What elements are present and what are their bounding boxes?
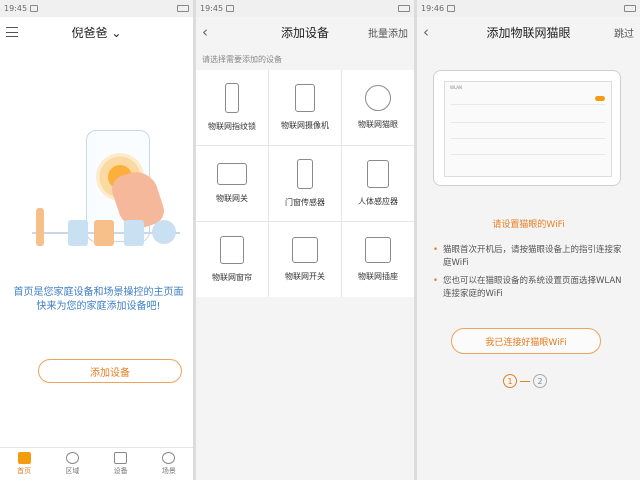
- step-indicator: 1 2: [503, 374, 547, 388]
- camera-icon: [295, 84, 315, 112]
- instruction-list: 猫眼首次开机后，请按猫眼设备上的指引连接家庭WiFi 您也可以在猫眼设备的系统设…: [431, 244, 628, 306]
- notification-icon: [226, 5, 235, 12]
- add-device-screen: 19:45 ‹ 添加设备 批量添加 请选择需要添加的设备 物联网指纹锁 物联网摄…: [196, 0, 414, 480]
- set-wifi-title: 请设置猫眼的WiFi: [492, 220, 565, 230]
- step-1: 1: [503, 374, 517, 388]
- status-time: 19:46: [421, 4, 445, 13]
- device-motion-sensor[interactable]: 人体感应器: [342, 146, 414, 221]
- device-curtain[interactable]: 物联网窗帘: [196, 222, 268, 297]
- scene-icon: [162, 452, 176, 464]
- step-connector: [520, 380, 530, 382]
- device-gateway[interactable]: 物联网关: [196, 146, 268, 221]
- peephole-illustration: [152, 220, 176, 244]
- menu-icon[interactable]: [6, 27, 18, 37]
- device-door-sensor[interactable]: 门窗传感器: [269, 146, 341, 221]
- device-fingerprint-lock[interactable]: 物联网指纹锁: [196, 70, 268, 145]
- bottom-tab-bar: 首页 区域 设备 场景: [0, 447, 193, 480]
- tablet-illustration: WLAN: [433, 70, 621, 186]
- status-time: 19:45: [4, 4, 28, 13]
- status-bar: 19:45: [196, 0, 414, 17]
- status-bar: 19:46: [417, 0, 640, 17]
- home-header: 倪爸爸 ⌄: [0, 17, 193, 47]
- door-lock-illustration: [36, 208, 44, 246]
- gateway-icon: [217, 163, 247, 185]
- page-title: 添加物联网猫眼: [486, 25, 571, 40]
- back-icon[interactable]: ‹: [423, 23, 429, 41]
- wifi-connected-button[interactable]: 我已连接好猫眼WiFi: [451, 328, 601, 354]
- tab-area[interactable]: 区域: [48, 448, 96, 480]
- add-device-button[interactable]: 添加设备: [38, 359, 182, 383]
- device-socket[interactable]: 物联网插座: [342, 222, 414, 297]
- smart-home-illustration: [30, 120, 180, 280]
- device-switch[interactable]: 物联网开关: [269, 222, 341, 297]
- sensor-illustration: [124, 220, 144, 246]
- battery-icon: [398, 5, 410, 12]
- screens: 19:45 倪爸爸 ⌄ 首页是您家庭设备和场景操控的主页面 快来为您的家庭添加设…: [0, 0, 640, 480]
- switch-icon: [292, 237, 318, 263]
- fingerprint-lock-icon: [225, 83, 239, 113]
- chevron-down-icon: ⌄: [111, 25, 122, 40]
- camera-illustration: [68, 220, 88, 246]
- device-grid: 物联网指纹锁 物联网摄像机 物联网猫眼 物联网关 门窗传感器 人体感应器 物联网…: [196, 70, 414, 297]
- add-peephole-screen: 19:46 ‹ 添加物联网猫眼 跳过 WLAN 请设置猫眼的WiFi 猫眼首次开…: [417, 0, 640, 480]
- curtain-icon: [220, 236, 244, 264]
- socket-illustration: [94, 220, 114, 246]
- family-title[interactable]: 倪爸爸 ⌄: [0, 24, 193, 41]
- peephole-icon: [365, 85, 391, 111]
- back-icon[interactable]: ‹: [202, 23, 208, 41]
- socket-icon: [365, 237, 391, 263]
- notification-icon: [447, 5, 456, 12]
- battery-icon: [624, 5, 636, 12]
- home-icon: [17, 452, 31, 464]
- select-device-hint: 请选择需要添加的设备: [202, 55, 282, 64]
- battery-icon: [177, 5, 189, 12]
- motion-sensor-icon: [367, 160, 389, 188]
- toggle-icon: [595, 96, 605, 101]
- batch-add-button[interactable]: 批量添加: [368, 25, 408, 40]
- skip-button[interactable]: 跳过: [614, 25, 634, 40]
- tab-home[interactable]: 首页: [0, 448, 48, 480]
- door-sensor-icon: [297, 159, 313, 189]
- wlan-label: WLAN: [450, 85, 463, 90]
- notification-icon: [30, 5, 39, 12]
- add-device-header: ‹ 添加设备 批量添加: [196, 17, 414, 47]
- tab-devices[interactable]: 设备: [97, 448, 145, 480]
- status-time: 19:45: [200, 4, 224, 13]
- location-icon: [65, 452, 79, 464]
- device-camera[interactable]: 物联网摄像机: [269, 70, 341, 145]
- device-peephole[interactable]: 物联网猫眼: [342, 70, 414, 145]
- status-bar: 19:45: [0, 0, 193, 17]
- instruction-item: 猫眼首次开机后，请按猫眼设备上的指引连接家庭WiFi: [431, 244, 628, 270]
- home-screen: 19:45 倪爸爸 ⌄ 首页是您家庭设备和场景操控的主页面 快来为您的家庭添加设…: [0, 0, 193, 480]
- instruction-item: 您也可以在猫眼设备的系统设置页面选择WLAN连接家庭的WiFi: [431, 275, 628, 301]
- wlan-settings-illustration: WLAN: [444, 81, 612, 177]
- home-empty-message: 首页是您家庭设备和场景操控的主页面 快来为您的家庭添加设备吧!: [13, 287, 184, 312]
- step-2: 2: [533, 374, 547, 388]
- add-peephole-header: ‹ 添加物联网猫眼 跳过: [417, 17, 640, 47]
- tab-scenes[interactable]: 场景: [145, 448, 193, 480]
- device-icon: [114, 452, 128, 464]
